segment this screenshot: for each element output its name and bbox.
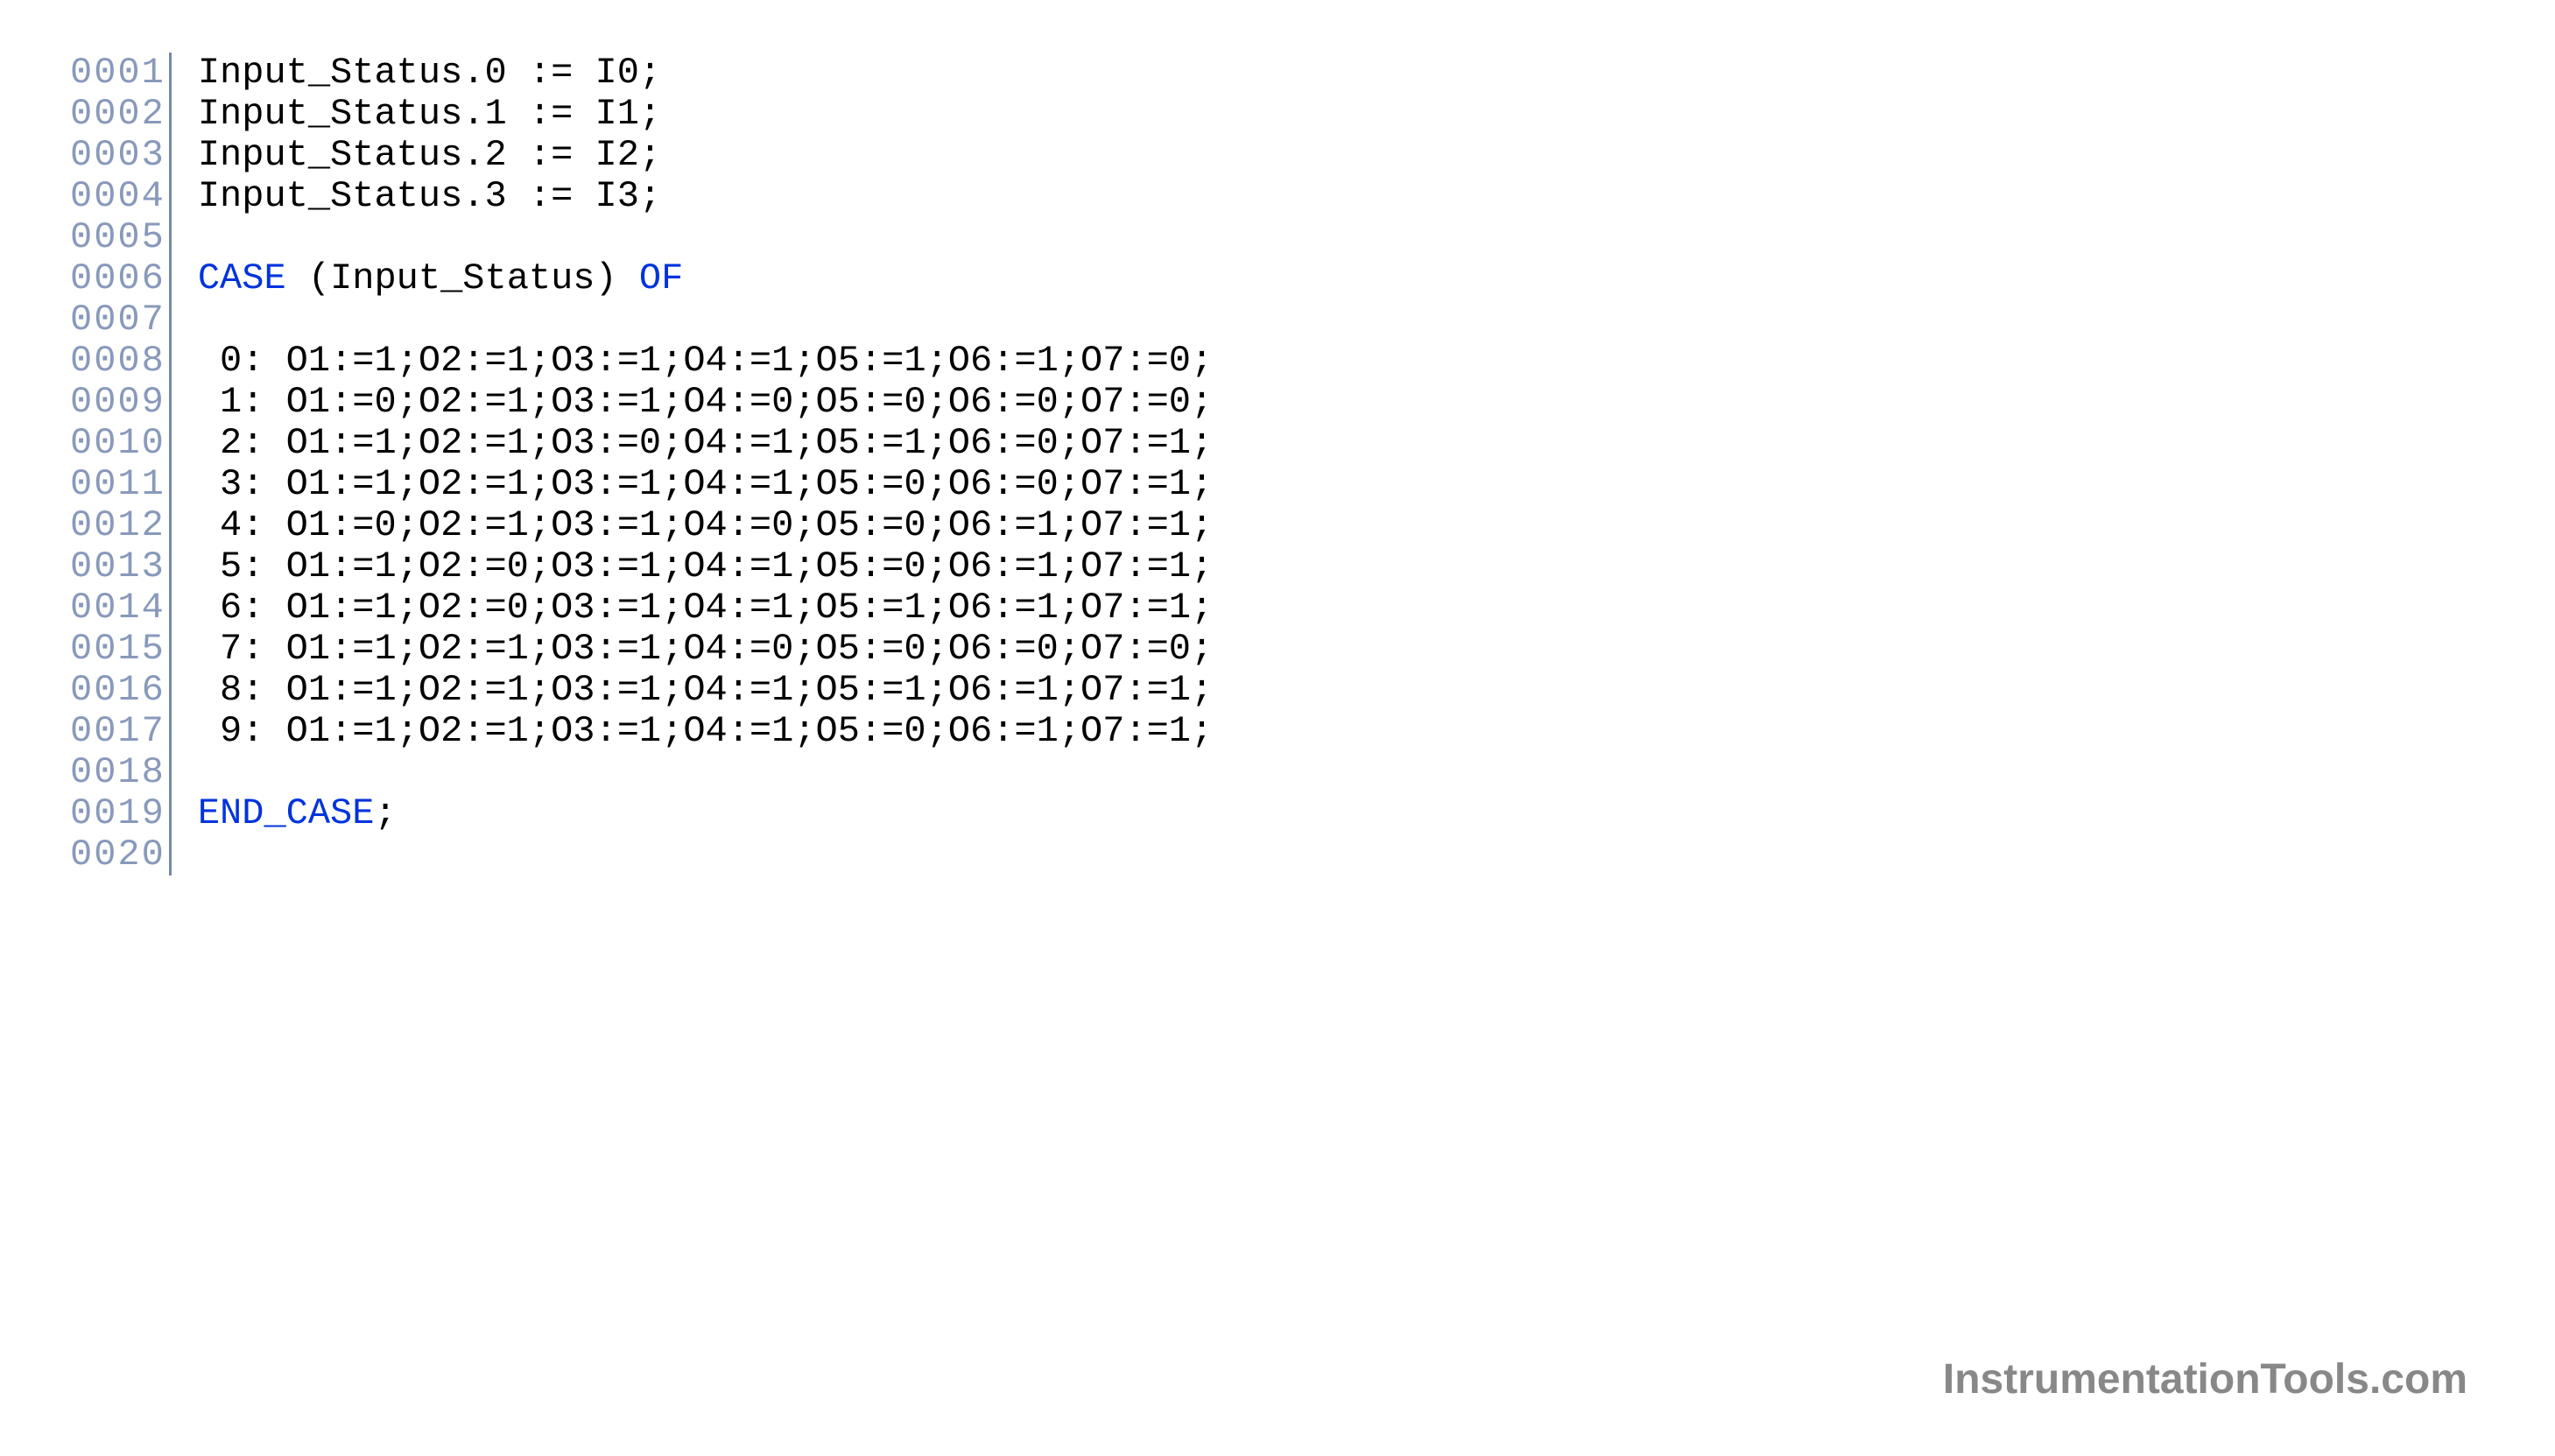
keyword: OF — [639, 257, 683, 299]
code-line: 3: O1:=1;O2:=1;O3:=1;O4:=1;O5:=0;O6:=0;O… — [198, 464, 1213, 505]
watermark-text: InstrumentationTools.com — [1943, 1355, 2467, 1403]
code-text: 8: O1:=1;O2:=1;O3:=1;O4:=1;O5:=1;O6:=1;O… — [198, 669, 1213, 711]
line-number: 0003 — [70, 135, 165, 176]
keyword: CASE — [198, 257, 286, 299]
code-editor: 0001000200030004000500060007000800090010… — [70, 53, 2485, 876]
line-number: 0018 — [70, 752, 165, 793]
code-line: Input_Status.3 := I3; — [198, 176, 1213, 217]
code-line — [198, 299, 1213, 341]
code-line: 2: O1:=1;O2:=1;O3:=0;O4:=1;O5:=1;O6:=0;O… — [198, 423, 1213, 464]
line-number: 0010 — [70, 423, 165, 464]
line-number: 0009 — [70, 382, 165, 423]
code-line: 9: O1:=1;O2:=1;O3:=1;O4:=1;O5:=0;O6:=1;O… — [198, 711, 1213, 752]
code-text: 6: O1:=1;O2:=0;O3:=1;O4:=1;O5:=1;O6:=1;O… — [198, 587, 1213, 629]
line-number: 0011 — [70, 464, 165, 505]
line-number: 0016 — [70, 670, 165, 711]
code-line: 6: O1:=1;O2:=0;O3:=1;O4:=1;O5:=1;O6:=1;O… — [198, 587, 1213, 629]
line-number: 0014 — [70, 587, 165, 629]
code-line — [198, 217, 1213, 258]
code-line: 1: O1:=0;O2:=1;O3:=1;O4:=0;O5:=0;O6:=0;O… — [198, 382, 1213, 423]
line-number: 0001 — [70, 53, 165, 94]
code-line: END_CASE; — [198, 793, 1213, 834]
code-text: Input_Status.3 := I3; — [198, 175, 661, 217]
line-number: 0015 — [70, 629, 165, 670]
code-text: (Input_Status) — [286, 257, 639, 299]
line-number-gutter: 0001000200030004000500060007000800090010… — [70, 53, 172, 876]
line-number: 0004 — [70, 176, 165, 217]
code-line: 4: O1:=0;O2:=1;O3:=1;O4:=0;O5:=0;O6:=1;O… — [198, 505, 1213, 546]
line-number: 0017 — [70, 711, 165, 752]
code-text: Input_Status.0 := I0; — [198, 52, 661, 94]
code-line: 7: O1:=1;O2:=1;O3:=1;O4:=0;O5:=0;O6:=0;O… — [198, 629, 1213, 670]
line-number: 0002 — [70, 94, 165, 135]
code-line: 0: O1:=1;O2:=1;O3:=1;O4:=1;O5:=1;O6:=1;O… — [198, 341, 1213, 382]
code-text: Input_Status.2 := I2; — [198, 134, 661, 176]
code-line — [198, 834, 1213, 876]
line-number: 0008 — [70, 341, 165, 382]
line-number: 0013 — [70, 546, 165, 587]
keyword: END_CASE — [198, 792, 375, 834]
code-text: 0: O1:=1;O2:=1;O3:=1;O4:=1;O5:=1;O6:=1;O… — [198, 340, 1213, 382]
code-text: Input_Status.1 := I1; — [198, 93, 661, 135]
code-line: 8: O1:=1;O2:=1;O3:=1;O4:=1;O5:=1;O6:=1;O… — [198, 670, 1213, 711]
code-line: 5: O1:=1;O2:=0;O3:=1;O4:=1;O5:=0;O6:=1;O… — [198, 546, 1213, 587]
code-line: Input_Status.1 := I1; — [198, 94, 1213, 135]
code-line: Input_Status.2 := I2; — [198, 135, 1213, 176]
code-text: 4: O1:=0;O2:=1;O3:=1;O4:=0;O5:=0;O6:=1;O… — [198, 504, 1213, 546]
code-line: Input_Status.0 := I0; — [198, 53, 1213, 94]
code-text: 5: O1:=1;O2:=0;O3:=1;O4:=1;O5:=0;O6:=1;O… — [198, 545, 1213, 587]
line-number: 0005 — [70, 217, 165, 258]
line-number: 0020 — [70, 834, 165, 876]
code-text: 7: O1:=1;O2:=1;O3:=1;O4:=0;O5:=0;O6:=0;O… — [198, 628, 1213, 670]
code-text: 3: O1:=1;O2:=1;O3:=1;O4:=1;O5:=0;O6:=0;O… — [198, 463, 1213, 505]
code-text: 2: O1:=1;O2:=1;O3:=0;O4:=1;O5:=1;O6:=0;O… — [198, 422, 1213, 464]
code-text: ; — [374, 792, 396, 834]
code-line: CASE (Input_Status) OF — [198, 258, 1213, 299]
code-line — [198, 752, 1213, 793]
code-text: 1: O1:=0;O2:=1;O3:=1;O4:=0;O5:=0;O6:=0;O… — [198, 381, 1213, 423]
line-number: 0012 — [70, 505, 165, 546]
code-text: 9: O1:=1;O2:=1;O3:=1;O4:=1;O5:=0;O6:=1;O… — [198, 710, 1213, 752]
line-number: 0007 — [70, 299, 165, 341]
code-content: Input_Status.0 := I0;Input_Status.1 := I… — [172, 53, 1213, 876]
line-number: 0019 — [70, 793, 165, 834]
line-number: 0006 — [70, 258, 165, 299]
